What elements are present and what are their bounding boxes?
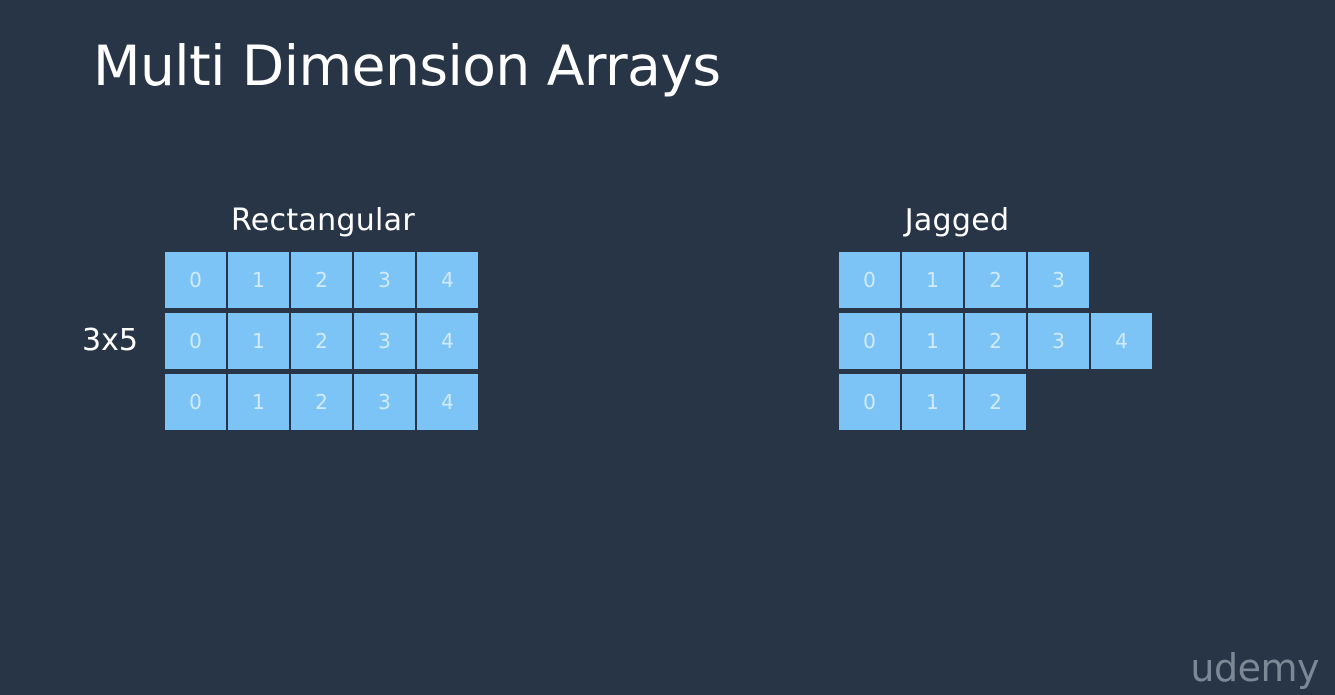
rectangular-array-cell: 1 [228, 252, 289, 308]
slide-title: Multi Dimension Arrays [93, 34, 721, 98]
rectangular-label: Rectangular [230, 203, 416, 238]
jagged-array-cell: 4 [1091, 313, 1152, 369]
dimension-label: 3x5 [82, 323, 138, 358]
rectangular-array-row: 01234 [165, 374, 480, 430]
jagged-array-cell: 2 [965, 374, 1026, 430]
jagged-label: Jagged [904, 203, 1010, 238]
rectangular-array-grid: 012340123401234 [165, 252, 480, 435]
rectangular-array-cell: 2 [291, 374, 352, 430]
rectangular-array-cell: 0 [165, 374, 226, 430]
jagged-array-row: 012 [839, 374, 1154, 430]
rectangular-array-row: 01234 [165, 313, 480, 369]
rectangular-array-cell: 3 [354, 313, 415, 369]
jagged-array-cell: 3 [1028, 313, 1089, 369]
rectangular-array-cell: 2 [291, 252, 352, 308]
rectangular-array-cell: 4 [417, 313, 478, 369]
jagged-array-cell: 3 [1028, 252, 1089, 308]
rectangular-array-cell: 1 [228, 374, 289, 430]
jagged-array-cell: 0 [839, 252, 900, 308]
jagged-array-cell: 1 [902, 374, 963, 430]
rectangular-array-cell: 3 [354, 374, 415, 430]
rectangular-array-cell: 4 [417, 252, 478, 308]
jagged-array-cell: 2 [965, 313, 1026, 369]
jagged-array-cell: 2 [965, 252, 1026, 308]
rectangular-array-cell: 3 [354, 252, 415, 308]
jagged-array-cell: 0 [839, 374, 900, 430]
udemy-watermark-logo: udemy [1190, 646, 1319, 690]
jagged-array-cell: 1 [902, 313, 963, 369]
jagged-array-cell: 0 [839, 313, 900, 369]
jagged-array-grid: 012301234012 [839, 252, 1154, 435]
rectangular-array-row: 01234 [165, 252, 480, 308]
rectangular-array-cell: 4 [417, 374, 478, 430]
jagged-array-row: 0123 [839, 252, 1154, 308]
rectangular-array-cell: 1 [228, 313, 289, 369]
jagged-array-cell: 1 [902, 252, 963, 308]
rectangular-array-cell: 0 [165, 313, 226, 369]
rectangular-array-cell: 2 [291, 313, 352, 369]
jagged-array-row: 01234 [839, 313, 1154, 369]
rectangular-array-cell: 0 [165, 252, 226, 308]
